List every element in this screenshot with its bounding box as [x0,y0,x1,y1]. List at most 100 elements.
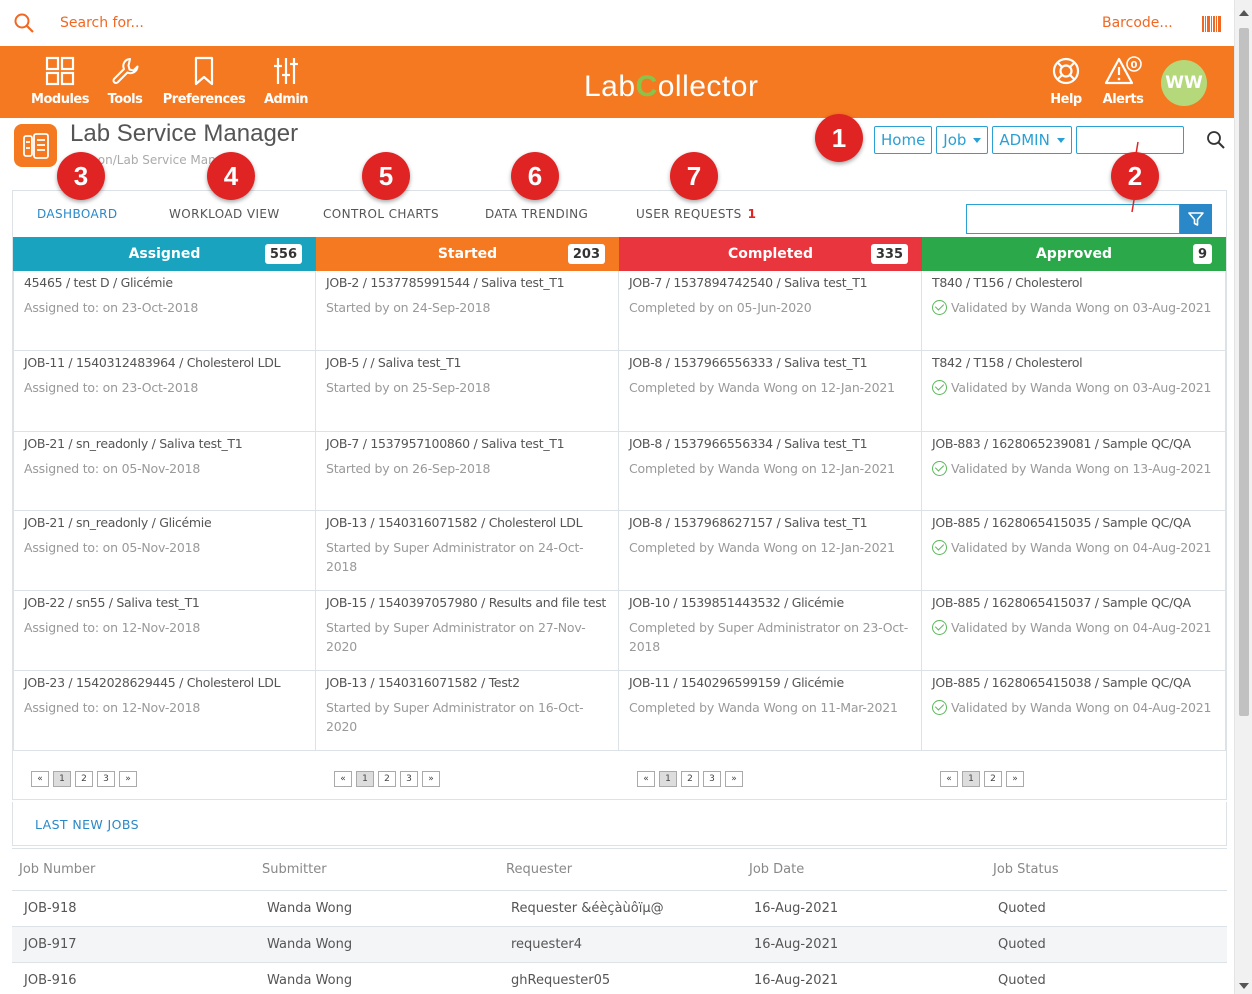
filter-button[interactable] [1180,204,1212,234]
scroll-down-icon[interactable] [1239,983,1249,989]
job-card[interactable]: JOB-23 / 1542028629445 / Cholesterol LDL… [13,671,316,751]
cell-job-number[interactable]: JOB-918 [12,890,255,927]
app-logo[interactable]: LabCollector [584,70,758,104]
page-button[interactable]: 1 [356,771,374,787]
job-card-title[interactable]: JOB-13 / 1540316071582 / Test2 [326,673,608,692]
column-header-started[interactable]: Started 203 [316,237,619,271]
job-card-title[interactable]: JOB-13 / 1540316071582 / Cholesterol LDL [326,513,608,532]
job-card[interactable]: JOB-21 / sn_readonly / Saliva test_T1 Ass… [13,432,316,511]
job-card-title[interactable]: JOB-21 / sn_readonly / Saliva test_T1 [24,434,305,453]
page-button[interactable]: 2 [984,771,1002,787]
job-card[interactable]: JOB-885 / 1628065415038 / Sample QC/QA Va… [922,671,1226,751]
nav-tools[interactable]: Tools [104,46,146,118]
global-search-input[interactable]: Search for... [60,15,144,31]
search-icon[interactable] [1206,130,1226,154]
page-button[interactable]: » [119,771,137,787]
page-button[interactable]: 2 [75,771,93,787]
scroll-up-icon[interactable] [1239,10,1249,16]
page-button[interactable]: 2 [378,771,396,787]
job-card-title[interactable]: JOB-8 / 1537966556333 / Saliva test_T1 [629,353,911,372]
job-dropdown[interactable]: Job [936,126,989,154]
job-card-title[interactable]: JOB-2 / 1537785991544 / Saliva test_T1 [326,273,608,292]
job-card-title[interactable]: T840 / T156 / Cholesterol [932,273,1215,292]
page-button[interactable]: 2 [681,771,699,787]
page-scrollbar[interactable] [1234,0,1252,994]
page-button[interactable]: « [334,771,352,787]
page-button[interactable]: » [725,771,743,787]
job-card[interactable]: T840 / T156 / Cholesterol Validated by Wa… [922,271,1226,351]
page-button[interactable]: « [637,771,655,787]
job-card[interactable]: JOB-8 / 1537968627157 / Saliva test_T1 Co… [619,511,922,591]
job-card-title[interactable]: JOB-8 / 1537968627157 / Saliva test_T1 [629,513,911,532]
home-button[interactable]: Home [874,126,933,154]
job-card-title[interactable]: JOB-11 / 1540312483964 / Cholesterol LDL [24,353,305,372]
nav-preferences[interactable]: Preferences [162,46,246,118]
table-row[interactable]: JOB-916 Wanda Wong ghRequester05 16-Aug-… [12,962,1227,994]
column-header-completed[interactable]: Completed 335 [619,237,922,271]
job-card[interactable]: JOB-885 / 1628065415037 / Sample QC/QA Va… [922,591,1226,671]
page-button[interactable]: 3 [400,771,418,787]
job-card[interactable]: JOB-883 / 1628065239081 / Sample QC/QA Va… [922,432,1226,511]
column-header-approved[interactable]: Approved 9 [922,237,1226,271]
job-card[interactable]: JOB-21 / sn_readonly / Glicémie Assigned … [13,511,316,591]
page-button[interactable]: » [1006,771,1024,787]
nav-help[interactable]: Help [1046,46,1086,118]
job-card[interactable]: JOB-11 / 1540296599159 / Glicémie Complet… [619,671,922,751]
job-card[interactable]: JOB-15 / 1540397057980 / Results and fil… [316,591,619,671]
nav-admin[interactable]: Admin [262,46,310,118]
job-card[interactable]: JOB-7 / 1537894742540 / Saliva test_T1 Co… [619,271,922,351]
scroll-thumb[interactable] [1239,28,1249,716]
col-submitter[interactable]: Submitter [255,848,499,891]
barcode-search-link[interactable]: Barcode... [1102,15,1173,31]
barcode-icon[interactable] [1202,16,1222,36]
tab-user-requests[interactable]: USER REQUESTS 1 [636,207,756,221]
col-requester[interactable]: Requester [499,848,742,891]
admin-dropdown[interactable]: ADMIN [992,126,1072,154]
job-card[interactable]: JOB-885 / 1628065415035 / Sample QC/QA Va… [922,511,1226,591]
page-button[interactable]: 3 [703,771,721,787]
column-header-assigned[interactable]: Assigned 556 [13,237,316,271]
job-card[interactable]: JOB-2 / 1537785991544 / Saliva test_T1 St… [316,271,619,351]
job-card-title[interactable]: JOB-7 / 1537894742540 / Saliva test_T1 [629,273,911,292]
job-card[interactable]: JOB-8 / 1537966556334 / Saliva test_T1 Co… [619,432,922,511]
job-card-title[interactable]: JOB-5 / / Saliva test_T1 [326,353,608,372]
table-row[interactable]: JOB-918 Wanda Wong Requester &éèçàùôïµ@ … [12,890,1227,927]
job-card-title[interactable]: 45465 / test D / Glicémie [24,273,305,292]
table-row[interactable]: JOB-917 Wanda Wong requester4 16-Aug-202… [12,926,1227,963]
job-card-title[interactable]: JOB-883 / 1628065239081 / Sample QC/QA [932,434,1215,453]
job-card-title[interactable]: JOB-885 / 1628065415037 / Sample QC/QA [932,593,1215,612]
filter-input[interactable] [966,204,1180,234]
col-job-number[interactable]: Job Number [12,848,255,891]
job-card[interactable]: JOB-7 / 1537957100860 / Saliva test_T1 St… [316,432,619,511]
job-card[interactable]: 45465 / test D / Glicémie Assigned to: on… [13,271,316,351]
tab-control-charts[interactable]: CONTROL CHARTS [323,207,439,221]
page-button[interactable]: 1 [659,771,677,787]
cell-job-number[interactable]: JOB-916 [12,962,255,994]
job-card[interactable]: T842 / T158 / Cholesterol Validated by Wa… [922,351,1226,432]
nav-alerts[interactable]: 0 Alerts [1100,46,1146,118]
page-button[interactable]: » [422,771,440,787]
job-card[interactable]: JOB-22 / sn55 / Saliva test_T1 Assigned t… [13,591,316,671]
job-card[interactable]: JOB-8 / 1537966556333 / Saliva test_T1 Co… [619,351,922,432]
job-card-title[interactable]: T842 / T158 / Cholesterol [932,353,1215,372]
page-button[interactable]: 3 [97,771,115,787]
page-button[interactable]: 1 [962,771,980,787]
page-button[interactable]: « [940,771,958,787]
tab-workload-view[interactable]: WORKLOAD VIEW [169,207,280,221]
job-card[interactable]: JOB-10 / 1539851443532 / Glicémie Complet… [619,591,922,671]
job-card-title[interactable]: JOB-10 / 1539851443532 / Glicémie [629,593,911,612]
avatar[interactable]: WW [1161,60,1207,106]
job-card[interactable]: JOB-11 / 1540312483964 / Cholesterol LDL… [13,351,316,432]
tab-dashboard[interactable]: DASHBOARD [37,207,118,221]
nav-modules[interactable]: Modules [31,46,89,118]
job-card[interactable]: JOB-5 / / Saliva test_T1 Started by on 25… [316,351,619,432]
page-button[interactable]: « [31,771,49,787]
job-card-title[interactable]: JOB-7 / 1537957100860 / Saliva test_T1 [326,434,608,453]
job-card-title[interactable]: JOB-8 / 1537966556334 / Saliva test_T1 [629,434,911,453]
job-card[interactable]: JOB-13 / 1540316071582 / Test2 Started by… [316,671,619,751]
job-card-title[interactable]: JOB-885 / 1628065415035 / Sample QC/QA [932,513,1215,532]
last-new-jobs-title[interactable]: LAST NEW JOBS [35,817,139,832]
job-card-title[interactable]: JOB-22 / sn55 / Saliva test_T1 [24,593,305,612]
job-card-title[interactable]: JOB-21 / sn_readonly / Glicémie [24,513,305,532]
page-button[interactable]: 1 [53,771,71,787]
